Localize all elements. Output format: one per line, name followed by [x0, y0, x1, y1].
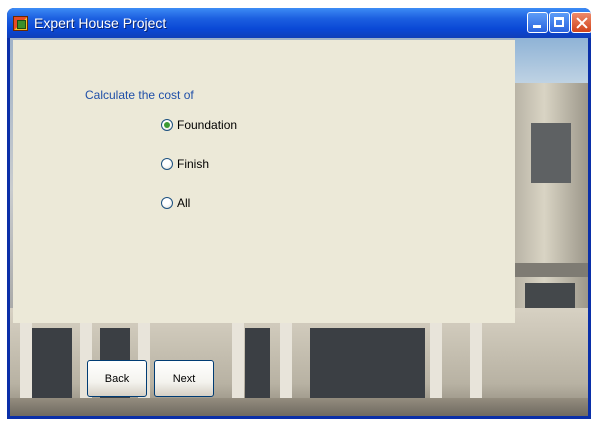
window-title: Expert House Project	[34, 15, 167, 31]
minimize-button[interactable]	[527, 12, 548, 33]
all-radio[interactable]	[161, 197, 173, 209]
foundation-radio-option[interactable]: Foundation	[161, 118, 237, 132]
foundation-label[interactable]: Foundation	[177, 118, 237, 132]
all-radio-option[interactable]: All	[161, 196, 190, 210]
client-area: Calculate the cost of Foundation Finish …	[10, 38, 588, 416]
prompt-label: Calculate the cost of	[85, 88, 194, 102]
close-button[interactable]	[571, 12, 591, 33]
options-panel: Calculate the cost of Foundation Finish …	[13, 40, 515, 323]
foundation-radio[interactable]	[161, 119, 173, 131]
app-window: Expert House Project Calculate the cost …	[7, 8, 591, 419]
finish-label[interactable]: Finish	[177, 157, 209, 171]
background-building	[515, 83, 588, 343]
finish-radio[interactable]	[161, 158, 173, 170]
all-label[interactable]: All	[177, 196, 190, 210]
maximize-button[interactable]	[549, 12, 570, 33]
background-ground	[10, 398, 588, 416]
finish-radio-option[interactable]: Finish	[161, 157, 209, 171]
app-icon[interactable]	[13, 16, 28, 31]
back-button[interactable]: Back	[87, 360, 147, 397]
title-bar[interactable]: Expert House Project	[7, 8, 591, 38]
next-button[interactable]: Next	[154, 360, 214, 397]
